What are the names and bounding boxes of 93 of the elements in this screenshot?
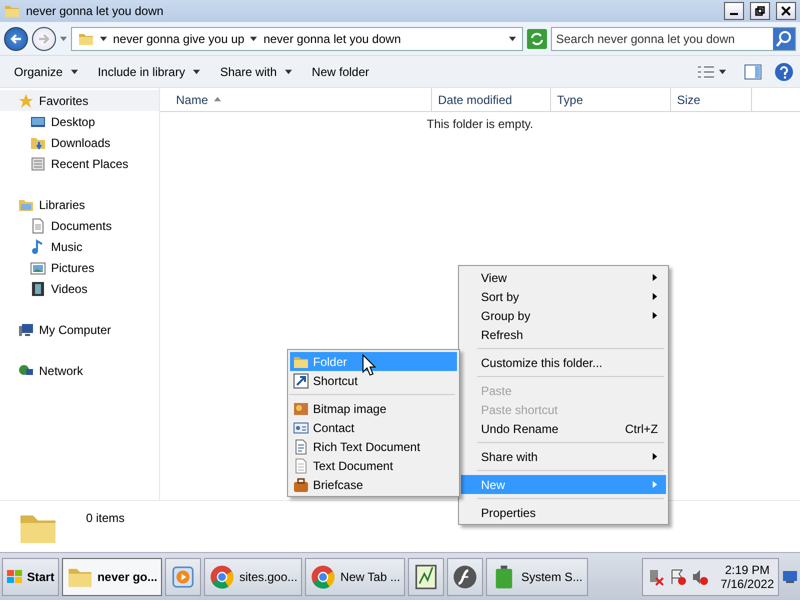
- folder-icon: [4, 3, 20, 19]
- start-button[interactable]: Start: [2, 558, 60, 596]
- column-header[interactable]: Name: [160, 88, 432, 111]
- help-icon[interactable]: [774, 62, 794, 82]
- mouse-pointer-icon: [362, 354, 376, 376]
- menu-item[interactable]: Text Document: [290, 456, 457, 475]
- menu-item[interactable]: Properties: [461, 503, 666, 522]
- menu-item[interactable]: View: [461, 268, 666, 287]
- empty-folder-message: This folder is empty.: [426, 117, 534, 131]
- flag-error-icon[interactable]: [668, 568, 687, 586]
- column-header[interactable]: Date modified: [432, 88, 551, 111]
- menu-item[interactable]: Bitmap image: [290, 399, 457, 418]
- computer-icon: [18, 322, 34, 338]
- taskbar-button[interactable]: never go...: [62, 558, 162, 596]
- menu-item[interactable]: Shortcut: [290, 371, 457, 390]
- taskbar-button[interactable]: [408, 558, 444, 596]
- caret-icon: [60, 35, 67, 42]
- search-field[interactable]: Search never gonna let you down: [551, 26, 796, 50]
- taskbar-button[interactable]: New Tab ...: [305, 558, 406, 596]
- windows-logo-icon: [7, 568, 23, 584]
- sidebar-item[interactable]: Pictures: [0, 257, 159, 278]
- show-desktop-icon[interactable]: [782, 570, 798, 584]
- menu-item[interactable]: Contact: [290, 418, 457, 437]
- caret-icon: [100, 35, 107, 42]
- menu-item[interactable]: Customize this folder...: [461, 353, 666, 372]
- menu-item[interactable]: Group by: [461, 306, 666, 325]
- notepad-icon: [413, 564, 440, 590]
- menu-item[interactable]: Share with: [461, 447, 666, 466]
- column-header[interactable]: Size: [671, 88, 752, 111]
- search-icon[interactable]: [773, 28, 795, 50]
- column-header[interactable]: Type: [551, 88, 671, 111]
- window-title: never gonna let you down: [26, 4, 164, 18]
- taskbar-button[interactable]: [165, 558, 202, 596]
- forward-button[interactable]: [32, 26, 56, 50]
- menu-item[interactable]: Rich Text Document: [290, 437, 457, 456]
- taskbar-button[interactable]: System S...: [486, 558, 588, 596]
- contact-icon: [293, 420, 309, 436]
- menu-item[interactable]: Sort by: [461, 287, 666, 306]
- sidebar-item[interactable]: Documents: [0, 215, 159, 236]
- menu-item[interactable]: Refresh: [461, 325, 666, 344]
- restore-icon: [755, 6, 765, 16]
- picture-icon: [30, 260, 46, 276]
- sidebar-item[interactable]: My Computer: [0, 319, 159, 340]
- sidebar-item[interactable]: Favorites: [0, 90, 159, 111]
- briefcase-icon: [293, 476, 309, 492]
- chrome-icon: [310, 564, 336, 590]
- clock-time: 2:19 PM: [724, 562, 770, 576]
- shortcut-icon: [293, 372, 309, 388]
- toolbar-button[interactable]: New folder: [304, 60, 378, 82]
- item-count: 0 items: [86, 510, 125, 525]
- sidebar-item[interactable]: Libraries: [0, 194, 159, 215]
- refresh-icon[interactable]: [527, 28, 547, 48]
- flash-icon: [452, 564, 478, 590]
- view-options-icon[interactable]: [697, 64, 715, 78]
- clock-date: 7/16/2022: [720, 576, 774, 590]
- chrome-icon: [209, 564, 236, 590]
- taskbar-button[interactable]: sites.goo...: [204, 558, 302, 596]
- text-icon: [293, 458, 309, 474]
- star-icon: [18, 92, 34, 108]
- recent-icon: [30, 156, 46, 172]
- menu-item[interactable]: Undo Rename Ctrl+Z: [461, 419, 666, 438]
- close-icon: [781, 6, 791, 16]
- video-icon: [30, 280, 46, 296]
- caret-icon: [509, 35, 516, 42]
- minimize-button[interactable]: [724, 2, 744, 20]
- breadcrumb[interactable]: never gonna let you down: [263, 32, 401, 46]
- sidebar-item[interactable]: Network: [0, 360, 159, 381]
- toolbar-button[interactable]: Include in library: [90, 60, 208, 82]
- sidebar-item[interactable]: Videos: [0, 278, 159, 299]
- caret-icon: [250, 35, 258, 42]
- sidebar-item[interactable]: Downloads: [0, 132, 159, 153]
- address-bar[interactable]: never gonna give you up never gonna let you down: [71, 26, 523, 50]
- minimize-icon: [730, 13, 738, 15]
- media-icon: [170, 564, 196, 590]
- document-icon: [30, 218, 46, 234]
- back-arrow-icon: [9, 32, 23, 46]
- breadcrumb[interactable]: never gonna give you up: [113, 32, 244, 46]
- back-button[interactable]: [4, 26, 28, 50]
- bitmap-icon: [293, 400, 309, 416]
- toolbar-button[interactable]: Organize: [6, 60, 86, 82]
- sidebar-item[interactable]: Desktop: [0, 111, 159, 132]
- taskbar-button[interactable]: [447, 558, 484, 596]
- rtf-icon: [293, 438, 309, 454]
- menu-item[interactable]: Briefcase: [290, 475, 457, 494]
- speaker-muted-icon[interactable]: [690, 568, 709, 586]
- preview-pane-icon[interactable]: [744, 64, 762, 80]
- close-button[interactable]: [776, 2, 796, 20]
- sidebar-item[interactable]: Recent Places: [0, 153, 159, 174]
- toolbar-button[interactable]: Share with: [212, 60, 300, 82]
- restore-button[interactable]: [750, 2, 770, 20]
- forward-arrow-icon: [37, 32, 51, 46]
- sidebar-item[interactable]: Music: [0, 236, 159, 257]
- caret-icon: [719, 68, 726, 75]
